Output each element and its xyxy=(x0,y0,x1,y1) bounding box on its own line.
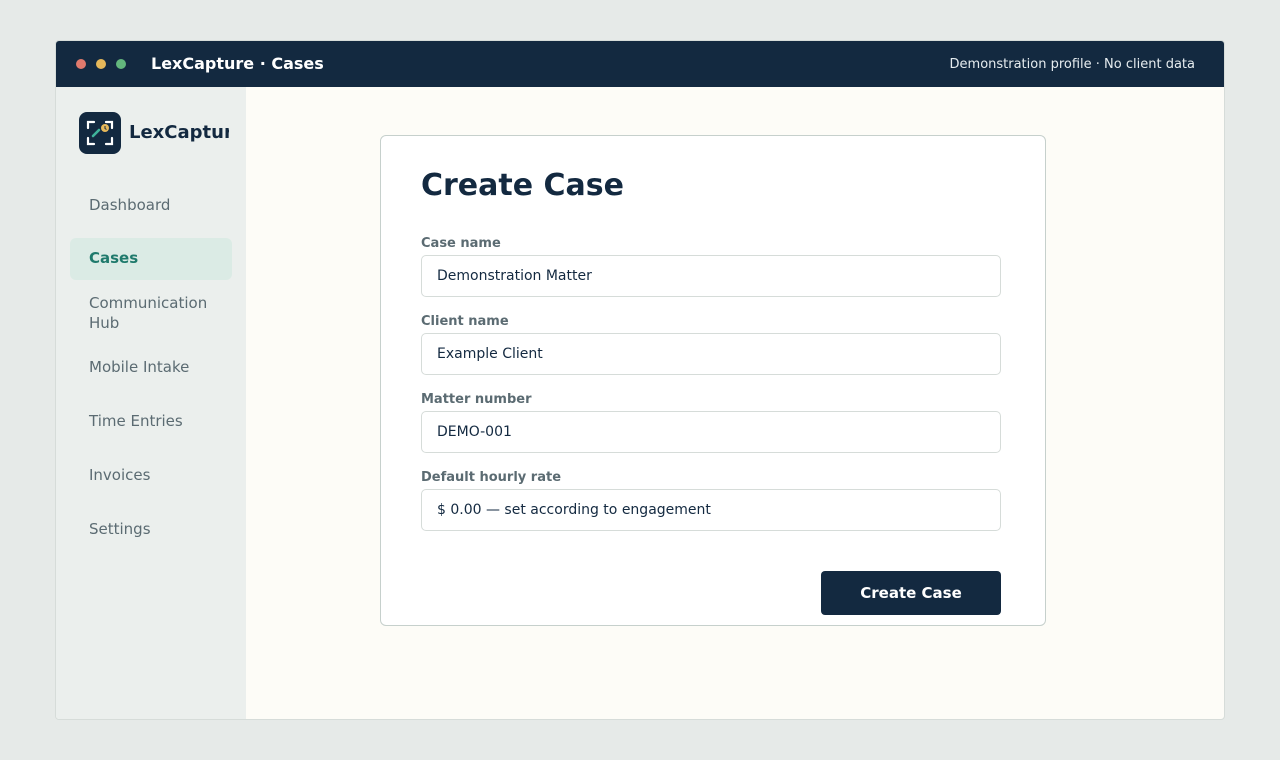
profile-notice: Demonstration profile · No client data xyxy=(949,57,1195,72)
client-name-label: Client name xyxy=(421,314,509,329)
logo-text: LexCapture xyxy=(129,122,229,143)
hourly-rate-label: Default hourly rate xyxy=(421,470,562,485)
app-title: LexCapture · Cases xyxy=(151,54,324,73)
create-case-card: Create Case Case name Client name Matter… xyxy=(380,135,1046,626)
case-name-label: Case name xyxy=(421,236,501,251)
case-name-input[interactable] xyxy=(421,255,1001,297)
hourly-rate-input[interactable] xyxy=(421,489,1001,531)
sidebar: LexCapture Dashboard Cases Communication… xyxy=(56,87,246,719)
client-name-input[interactable] xyxy=(421,333,1001,375)
minimize-window-button[interactable] xyxy=(96,59,106,69)
page-title: Create Case xyxy=(421,168,624,203)
matter-number-label: Matter number xyxy=(421,392,532,407)
sidebar-item-dashboard[interactable]: Dashboard xyxy=(89,195,219,215)
sidebar-item-mobile-intake[interactable]: Mobile Intake xyxy=(89,357,219,377)
sidebar-item-invoices[interactable]: Invoices xyxy=(89,465,219,485)
matter-number-input[interactable] xyxy=(421,411,1001,453)
sidebar-item-label: Cases xyxy=(89,249,139,267)
close-window-button[interactable] xyxy=(76,59,86,69)
title-bar: LexCapture · Cases Demonstration profile… xyxy=(56,41,1224,87)
sidebar-item-time-entries[interactable]: Time Entries xyxy=(89,411,219,431)
sidebar-item-cases[interactable]: Cases xyxy=(70,238,232,280)
create-case-button[interactable]: Create Case xyxy=(821,571,1001,615)
capture-frame-icon xyxy=(79,112,121,154)
sidebar-item-settings[interactable]: Settings xyxy=(89,519,219,539)
sidebar-item-communication-hub[interactable]: Communication Hub xyxy=(89,293,209,333)
maximize-window-button[interactable] xyxy=(116,59,126,69)
